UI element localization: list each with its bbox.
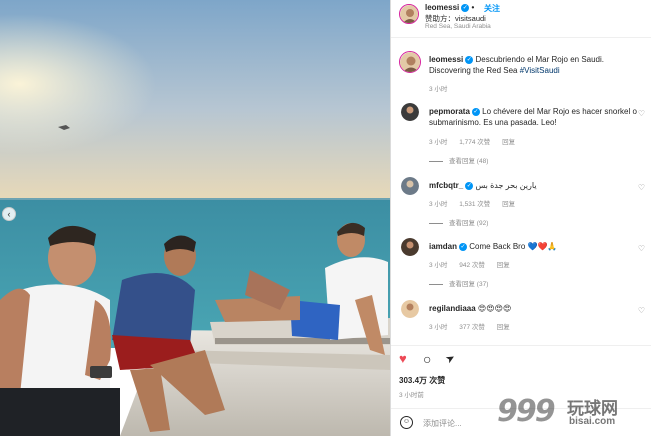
header-username[interactable]: leomessi ✓ • — [425, 3, 474, 12]
comment-username[interactable]: pepmorata — [429, 107, 470, 116]
post-side-panel: leomessi ✓ • 关注 赞助方：visitsaudi Red Sea, S… — [390, 0, 651, 436]
comment-username[interactable]: mfcbqtr_ — [429, 181, 463, 190]
comment-text: regilandiaaa 😍😍😍😍 — [429, 304, 512, 313]
caption-text: leomessi ✓ Descubriendo el Mar Rojo en Sa… — [429, 55, 604, 75]
avatar[interactable] — [399, 4, 419, 24]
comment-likes[interactable]: 942 次赞 — [459, 262, 485, 269]
post-photo[interactable]: ‹ — [0, 0, 390, 436]
comment-text: pepmorata ✓ Lo chévere del Mar Rojo es ha… — [429, 107, 637, 127]
avatar[interactable] — [401, 103, 419, 121]
post-viewer: ‹ leomessi ✓ • 关注 赞助方：visitsaudi Red Sea,… — [0, 0, 651, 436]
hashtag-link[interactable]: #VisitSaudi — [520, 66, 560, 75]
avatar[interactable] — [401, 300, 419, 318]
comment-time: 3 小时 — [429, 262, 448, 269]
view-replies-button[interactable]: 查看回复 (48) — [429, 155, 488, 165]
comment-input[interactable]: 添加评论... — [423, 418, 462, 429]
separator-dot: • — [471, 3, 475, 12]
comment-text: iamdan ✓ Come Back Bro 💙❤️🙏 — [429, 242, 558, 251]
comment-like-icon[interactable]: ♡ — [638, 306, 645, 315]
reply-button[interactable]: 回复 — [497, 262, 510, 269]
comment-text: mfcbqtr_ ✓ يارين بحر جدة بس — [429, 181, 537, 190]
comment-icon[interactable]: ○ — [423, 352, 431, 366]
avatar[interactable] — [399, 51, 421, 73]
follow-button[interactable]: 关注 — [484, 3, 500, 14]
location-label[interactable]: Red Sea, Saudi Arabia — [425, 23, 491, 30]
comment-meta: 3 小时 942 次赞 回复 — [429, 259, 520, 269]
comment-meta: 3 小时 1,531 次赞 回复 — [429, 198, 525, 208]
previous-photo-button[interactable]: ‹ — [2, 207, 16, 221]
photo-illustration — [0, 0, 390, 436]
verified-icon: ✓ — [465, 55, 474, 64]
verified-icon: ✓ — [465, 181, 474, 190]
comment-likes[interactable]: 1,774 次赞 — [459, 139, 490, 146]
view-replies-button[interactable]: 查看回复 (92) — [429, 217, 488, 227]
watermark-number: 999 — [497, 394, 556, 429]
reply-button[interactable]: 回复 — [502, 201, 515, 208]
comment-username[interactable]: regilandiaaa — [429, 304, 476, 313]
comment-like-icon[interactable]: ♡ — [638, 183, 645, 192]
view-replies-button[interactable]: 查看回复 (37) — [429, 278, 488, 288]
caption-username[interactable]: leomessi — [429, 55, 463, 64]
verified-icon: ✓ — [461, 3, 470, 12]
verified-icon: ✓ — [471, 107, 480, 116]
comment-time: 3 小时 — [429, 201, 448, 208]
comment-like-icon[interactable]: ♡ — [638, 109, 645, 118]
avatar[interactable] — [401, 177, 419, 195]
verified-icon: ✓ — [459, 242, 468, 251]
share-icon[interactable]: ➤ — [443, 351, 458, 368]
heart-icon[interactable]: ♥ — [399, 352, 407, 366]
watermark-domain: bisai.com — [569, 416, 616, 427]
reply-button[interactable]: 回复 — [497, 324, 510, 331]
comment-likes[interactable]: 1,531 次赞 — [459, 201, 490, 208]
comment-meta: 3 小时 1,774 次赞 回复 — [429, 136, 525, 146]
comment-time: 3 小时 — [429, 324, 448, 331]
comment-username[interactable]: iamdan — [429, 242, 457, 251]
comment-like-icon[interactable]: ♡ — [638, 244, 645, 253]
avatar[interactable] — [401, 238, 419, 256]
likes-count[interactable]: 303.4万 次赞 — [399, 375, 445, 386]
comment-likes[interactable]: 377 次赞 — [459, 324, 485, 331]
caption-time: 3 小时 — [429, 86, 448, 93]
watermark: 999 玩球网 bisai.com — [497, 392, 647, 434]
post-header: leomessi ✓ • 关注 赞助方：visitsaudi Red Sea, S… — [391, 0, 651, 38]
comment-meta: 3 小时 377 次赞 回复 — [429, 321, 520, 331]
emoji-icon[interactable]: ☺ — [400, 416, 413, 429]
comment-time: 3 小时 — [429, 139, 448, 146]
reply-button[interactable]: 回复 — [502, 139, 515, 146]
post-time: 3 小时前 — [399, 392, 424, 399]
